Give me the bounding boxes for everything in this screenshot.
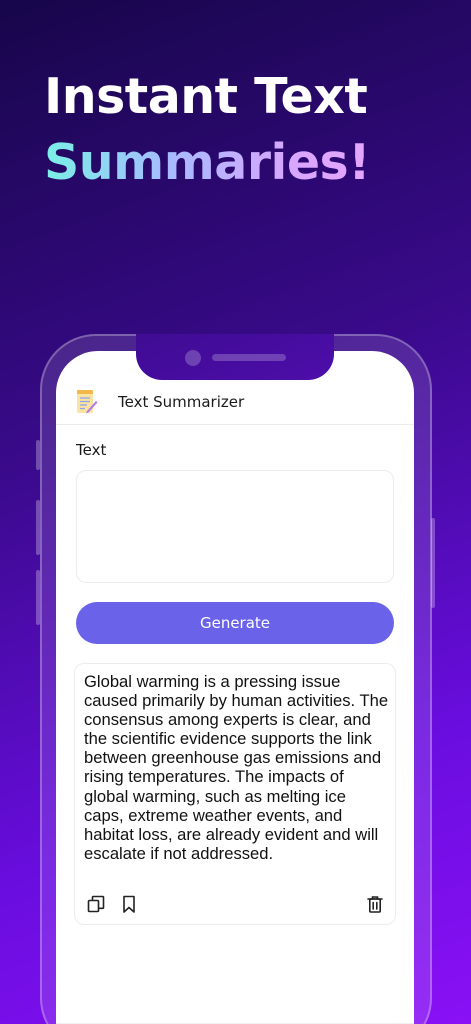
headline: Instant Text Summaries!	[44, 64, 371, 196]
text-field-label: Text	[76, 441, 107, 459]
phone-screen: Text Summarizer Text Generate Global war…	[56, 351, 414, 1024]
copy-icon[interactable]	[86, 894, 106, 914]
headline-line-1: Instant Text	[44, 68, 368, 125]
camera-dot	[185, 350, 201, 366]
summary-text: Global warming is a pressing issue cause…	[84, 672, 389, 863]
phone-side-button	[36, 440, 40, 470]
phone-side-button	[36, 500, 40, 555]
notepad-pencil-icon	[76, 389, 98, 415]
generate-button[interactable]: Generate	[76, 602, 394, 644]
phone-side-button	[36, 570, 40, 625]
bookmark-icon[interactable]	[119, 894, 139, 914]
text-input[interactable]	[76, 470, 394, 583]
app-bar: Text Summarizer	[56, 381, 414, 425]
delete-icon[interactable]	[365, 894, 385, 914]
speaker-bar	[212, 354, 286, 361]
app-title: Text Summarizer	[118, 393, 245, 411]
phone-side-button	[431, 518, 435, 608]
headline-line-2: Summaries!	[44, 130, 371, 196]
summary-card: Global warming is a pressing issue cause…	[74, 663, 396, 925]
